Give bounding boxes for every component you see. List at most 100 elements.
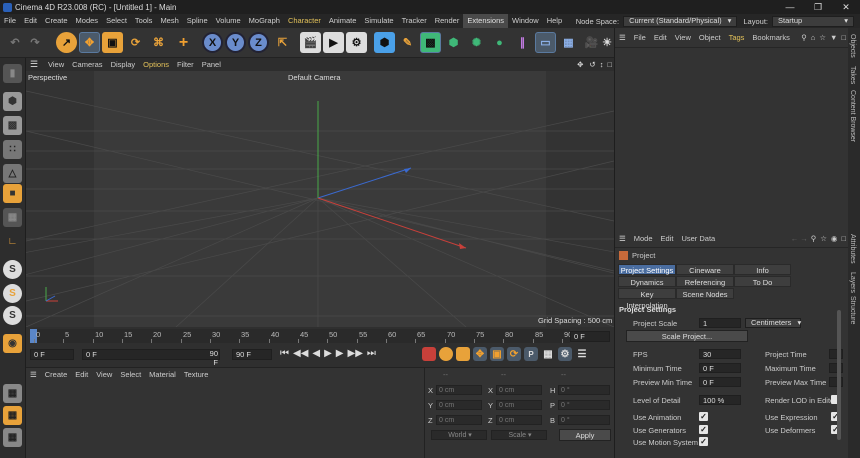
redo-icon[interactable]: ↷: [26, 32, 44, 53]
om-menu-bookmarks[interactable]: Bookmarks: [748, 33, 794, 42]
size-y-field[interactable]: 0 cm: [496, 400, 542, 410]
menu-spline[interactable]: Spline: [183, 14, 212, 28]
menu-mesh[interactable]: Mesh: [156, 14, 182, 28]
back-arrow-icon[interactable]: ←: [790, 234, 800, 243]
project-scale-unit-dropdown[interactable]: Centimeters ▾: [745, 318, 801, 328]
polygons-mode-icon[interactable]: ■: [3, 184, 22, 203]
menu-mograph[interactable]: MoGraph: [245, 14, 284, 28]
tab-structure[interactable]: Structure: [849, 296, 856, 324]
rotate-view-icon[interactable]: ↺: [587, 60, 597, 69]
render-settings-icon[interactable]: ⚙: [346, 32, 367, 53]
prev-frame-icon[interactable]: ◀: [312, 348, 320, 359]
rot-h-field[interactable]: 0 °: [558, 385, 610, 395]
snapping-icon[interactable]: S: [3, 260, 22, 279]
mm-menu-material[interactable]: Material: [145, 370, 180, 379]
toggle-views-icon[interactable]: □: [605, 60, 614, 69]
select-tool-icon[interactable]: ↗: [56, 32, 77, 53]
menu-help[interactable]: Help: [543, 14, 566, 28]
hamburger-icon[interactable]: ☰: [615, 234, 630, 243]
om-menu-tags[interactable]: Tags: [725, 33, 749, 42]
move-view-icon[interactable]: ✥: [573, 60, 587, 69]
om-menu-view[interactable]: View: [671, 33, 695, 42]
key-position-icon[interactable]: ✥: [473, 347, 487, 361]
field-icon[interactable]: ●: [489, 32, 510, 53]
subdivision-icon[interactable]: ▩: [420, 32, 441, 53]
pen-icon[interactable]: ✎: [397, 32, 418, 53]
om-menu-file[interactable]: File: [630, 33, 650, 42]
viewport-perspective[interactable]: Perspective Default Camera Grid Spacing …: [26, 71, 614, 327]
points-mode-icon[interactable]: ∷: [3, 140, 22, 159]
layout-dropdown[interactable]: Startup ▾: [772, 15, 854, 27]
menu-file[interactable]: File: [0, 14, 20, 28]
zoom-view-icon[interactable]: ↕: [598, 60, 606, 69]
use-animation-checkbox[interactable]: ✓: [699, 412, 708, 421]
lock-icon[interactable]: ◉: [829, 234, 840, 243]
current-frame-field[interactable]: 0 F: [570, 331, 610, 342]
coordinate-system-icon[interactable]: ⇱: [272, 32, 293, 53]
edges-mode-icon[interactable]: △: [3, 164, 22, 183]
menu-extensions[interactable]: Extensions: [463, 14, 509, 28]
tab-scene-nodes[interactable]: Scene Nodes: [676, 288, 734, 299]
apply-button[interactable]: Apply: [559, 429, 611, 441]
timeline-icon[interactable]: ☰: [575, 347, 589, 361]
key-param-icon[interactable]: P: [524, 347, 538, 361]
undo-icon[interactable]: ↶: [6, 32, 24, 53]
hamburger-icon[interactable]: ☰: [26, 370, 41, 379]
timeline-ruler[interactable]: 0 5 10 15 20 25 30 35 40 45 50 55 60 65 70 75 80 85 90: [30, 329, 572, 343]
menu-character[interactable]: Character: [284, 14, 325, 28]
viewport-menu-view[interactable]: View: [44, 60, 68, 69]
tab-project-settings[interactable]: Project Settings: [618, 264, 676, 275]
tab-takes[interactable]: Takes: [849, 66, 856, 84]
new-window-icon[interactable]: □: [839, 234, 848, 243]
size-x-field[interactable]: 0 cm: [496, 385, 542, 395]
am-menu-user-data[interactable]: User Data: [677, 234, 719, 243]
scale-tool-icon[interactable]: ▣: [102, 32, 123, 53]
tab-referencing[interactable]: Referencing: [676, 276, 734, 287]
mm-menu-edit[interactable]: Edit: [71, 370, 92, 379]
menu-modes[interactable]: Modes: [72, 14, 103, 28]
planar-workplane-icon[interactable]: ▦: [3, 428, 22, 447]
preview-max-field[interactable]: 90 F: [202, 349, 220, 367]
tab-cineware[interactable]: Cineware: [676, 264, 734, 275]
play-icon[interactable]: ▶: [324, 348, 332, 359]
z-axis-button[interactable]: Z: [248, 32, 269, 53]
tab-dynamics[interactable]: Dynamics: [618, 276, 676, 287]
y-axis-button[interactable]: Y: [225, 32, 246, 53]
next-key-icon[interactable]: ▶▶: [348, 348, 363, 359]
add-icon[interactable]: +: [173, 32, 194, 53]
floor-icon[interactable]: ▭: [535, 32, 556, 53]
cloner-icon[interactable]: ⬢: [443, 32, 464, 53]
tab-attributes[interactable]: Attributes: [849, 234, 856, 264]
move-tool-icon[interactable]: ✥: [79, 32, 100, 53]
pos-y-field[interactable]: 0 cm: [436, 400, 482, 410]
menu-edit[interactable]: Edit: [20, 14, 41, 28]
autokey-icon[interactable]: [439, 347, 453, 361]
snap-settings-icon[interactable]: S: [3, 284, 22, 303]
key-rotation-icon[interactable]: ⟳: [507, 347, 521, 361]
next-frame-icon[interactable]: ▶: [336, 348, 344, 359]
minimize-button[interactable]: —: [776, 0, 804, 14]
go-to-end-icon[interactable]: ⏭: [367, 348, 376, 359]
menu-select[interactable]: Select: [102, 14, 131, 28]
use-motion-checkbox[interactable]: ✓: [699, 437, 708, 446]
texture-mode-icon[interactable]: ▩: [3, 116, 22, 135]
tab-layers[interactable]: Layers: [849, 272, 856, 293]
mm-menu-view[interactable]: View: [92, 370, 116, 379]
camera-name[interactable]: Default Camera: [288, 73, 341, 82]
min-time-field[interactable]: 0 F: [699, 363, 741, 373]
model-mode-icon[interactable]: ⬢: [3, 92, 22, 111]
viewport-menu-display[interactable]: Display: [107, 60, 140, 69]
menu-simulate[interactable]: Simulate: [360, 14, 397, 28]
menu-tracker[interactable]: Tracker: [398, 14, 431, 28]
search-icon[interactable]: ⚲: [799, 33, 809, 42]
prev-key-icon[interactable]: ◀◀: [293, 348, 308, 359]
filter-icon[interactable]: ▼: [828, 33, 839, 42]
coord-world-dropdown[interactable]: World ▾: [431, 430, 487, 440]
mm-menu-texture[interactable]: Texture: [180, 370, 213, 379]
tab-to-do[interactable]: To Do: [734, 276, 791, 287]
menu-create[interactable]: Create: [41, 14, 72, 28]
use-generators-checkbox[interactable]: ✓: [699, 425, 708, 434]
render-view-icon[interactable]: 🎬: [300, 32, 321, 53]
node-space-dropdown[interactable]: Current (Standard/Physical) ▾: [623, 15, 738, 27]
make-editable-icon[interactable]: ▮: [3, 64, 22, 83]
